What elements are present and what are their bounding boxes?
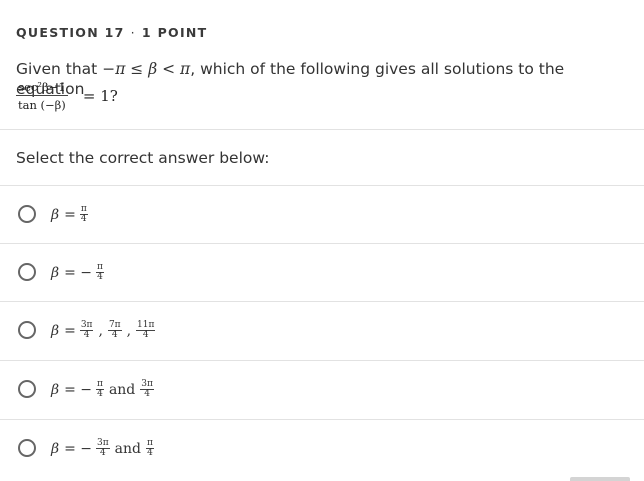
fraction-denominator: 4: [97, 389, 103, 399]
option-variable: β: [51, 322, 60, 339]
option-equals: = −: [64, 381, 93, 398]
option-fraction: 3π 4: [96, 439, 110, 458]
fraction-denominator: tan (−β): [18, 98, 66, 112]
fraction-denominator: 4: [99, 448, 106, 458]
option-text: β = π 4: [51, 186, 89, 243]
option-equals: =: [64, 322, 76, 339]
radio-button[interactable]: [18, 205, 36, 223]
option-equals: =: [64, 206, 76, 223]
question-intro: Given that: [16, 60, 98, 78]
answer-option-3[interactable]: β = 3π 4, 7π 4, 11π 4: [0, 302, 644, 359]
option-fraction: π4: [146, 439, 154, 458]
question-points: 1 POINT: [141, 25, 208, 40]
radio-button[interactable]: [18, 380, 36, 398]
option-fraction: 3π 4: [79, 321, 94, 340]
answer-option-5[interactable]: β = −3π 4 and π 4: [0, 420, 644, 477]
answer-option-2[interactable]: β = − π 4: [0, 244, 644, 301]
fraction-denominator: 4: [147, 448, 153, 458]
option-text: β = −3π 4 and π 4: [51, 420, 155, 477]
equation-fraction: sec²β−1 tan (−β): [16, 80, 68, 112]
option-fraction: 3π 4: [140, 380, 154, 399]
fraction-denominator: 4: [97, 272, 103, 282]
option-equals: = −: [64, 264, 93, 281]
question-number: QUESTION 17: [16, 25, 125, 40]
fraction-denominator: 4: [111, 330, 118, 340]
option-fraction: π4: [79, 205, 88, 224]
equation-rhs: = 1?: [82, 87, 118, 105]
answer-option-1[interactable]: β = π 4: [0, 186, 644, 243]
answer-prompt: Select the correct answer below:: [16, 149, 270, 167]
radio-button[interactable]: [18, 263, 36, 281]
option-fraction: π4: [96, 263, 104, 282]
question-header: QUESTION 17 · 1 POINT: [16, 25, 208, 40]
option-connector: ,: [98, 322, 103, 339]
option-text: β = − π 4 and 3π 4: [51, 361, 155, 418]
fraction-numerator: sec²β−1: [16, 80, 68, 96]
option-text: β = − π 4: [51, 244, 105, 301]
header-separator: ·: [130, 25, 136, 40]
radio-button[interactable]: [18, 321, 36, 339]
question-equation: sec²β−1 tan (−β) = 1?: [16, 80, 118, 118]
option-connector: ,: [126, 322, 132, 339]
radio-button[interactable]: [18, 439, 36, 457]
question-condition: −π ≤ β < π: [102, 60, 191, 78]
option-fraction: 11π 4: [136, 321, 156, 340]
fraction-denominator: 4: [83, 330, 90, 340]
answer-option-4[interactable]: β = − π 4 and 3π 4: [0, 361, 644, 418]
option-fraction: π4: [96, 380, 104, 399]
option-variable: β: [51, 381, 60, 398]
fraction-denominator: 4: [142, 330, 149, 340]
option-variable: β: [51, 264, 60, 281]
option-variable: β: [51, 206, 60, 223]
fraction-denominator: 4: [144, 389, 150, 399]
option-connector: and: [114, 440, 141, 457]
divider: [0, 129, 644, 130]
option-fraction: 7π 4: [107, 321, 122, 340]
scrollbar[interactable]: [570, 477, 630, 481]
fraction-denominator: 4: [80, 214, 87, 224]
option-variable: β: [51, 440, 60, 457]
option-connector: and: [108, 381, 136, 398]
option-equals: = −: [64, 440, 93, 457]
option-text: β = 3π 4, 7π 4, 11π 4: [51, 302, 156, 359]
